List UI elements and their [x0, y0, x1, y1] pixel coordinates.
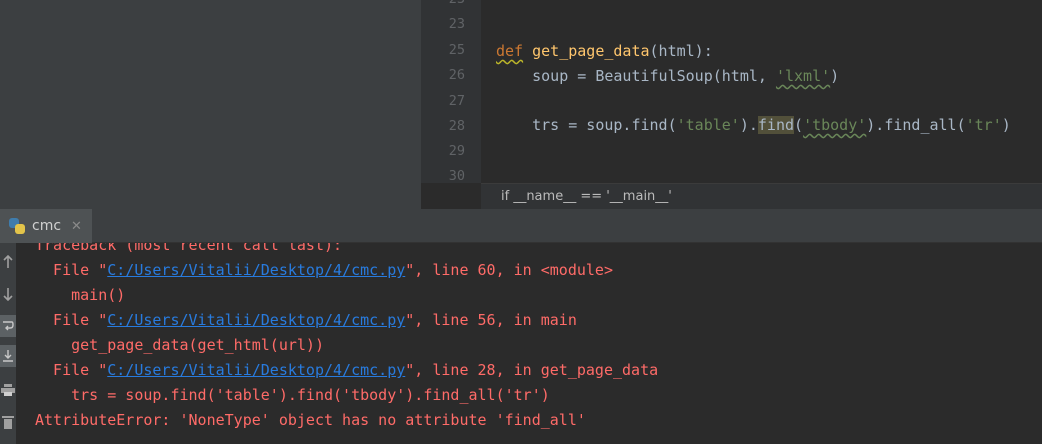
line-number: 25	[448, 42, 465, 58]
arrow-up-icon[interactable]	[0, 251, 16, 273]
line-number: 30	[448, 168, 465, 184]
project-pane[interactable]	[0, 0, 421, 209]
keyword: def	[496, 42, 524, 60]
breadcrumb[interactable]: if __name__ == '__main__'	[481, 183, 1042, 209]
function-name: get_page_data	[532, 42, 650, 60]
line-number: 27	[448, 93, 465, 109]
file-link[interactable]: C:/Users/Vitalii/Desktop/4/cmc.py	[107, 361, 405, 379]
code-line-26: soup = BeautifulSoup(html, 'lxml')	[496, 67, 840, 85]
file-link[interactable]: C:/Users/Vitalii/Desktop/4/cmc.py	[107, 261, 405, 279]
file-link[interactable]: C:/Users/Vitalii/Desktop/4/cmc.py	[107, 311, 405, 329]
scroll-to-end-icon[interactable]	[0, 345, 16, 367]
string-literal: 'tr'	[965, 116, 1002, 134]
string-literal: 'lxml'	[775, 67, 831, 85]
error-message: AttributeError: 'NoneType' object has no…	[35, 411, 586, 429]
traceback-frame: File "C:/Users/Vitalii/Desktop/4/cmc.py"…	[35, 311, 577, 329]
traceback-frame: File "C:/Users/Vitalii/Desktop/4/cmc.py"…	[35, 261, 613, 279]
code-line-25: def get_page_data(html):	[496, 42, 713, 60]
print-icon[interactable]	[0, 379, 16, 401]
python-icon	[8, 217, 26, 235]
line-number: 23	[448, 16, 465, 32]
highlighted-find: find	[757, 116, 795, 134]
code-line-28: trs = soup.find('table').find('tbody').f…	[496, 116, 1011, 134]
run-toolbar	[0, 243, 16, 444]
close-icon[interactable]: ✕	[71, 219, 82, 234]
line-number: 23	[421, 0, 465, 7]
trash-icon[interactable]	[0, 411, 16, 433]
traceback-code: get_page_data(get_html(url))	[35, 336, 324, 354]
traceback-header: Traceback (most recent call last):	[35, 243, 343, 254]
traceback-frame: File "C:/Users/Vitalii/Desktop/4/cmc.py"…	[35, 361, 659, 379]
run-tab-label: cmc	[32, 218, 62, 234]
arrow-down-icon[interactable]	[0, 283, 16, 305]
string-literal: 'tbody'	[803, 116, 867, 134]
traceback-code: main()	[35, 286, 126, 304]
run-tab-cmc[interactable]: cmc ✕	[0, 209, 92, 243]
traceback-code: trs = soup.find('table').find('tbody').f…	[35, 386, 550, 404]
line-number: 29	[448, 143, 465, 159]
code-editor[interactable]: def get_page_data(html): soup = Beautifu…	[481, 0, 1042, 183]
run-panel-header: cmc ✕	[0, 209, 1042, 243]
string-literal: 'table'	[676, 116, 740, 134]
console-output[interactable]: Traceback (most recent call last): File …	[16, 243, 1042, 444]
soft-wrap-icon[interactable]	[0, 315, 16, 337]
line-number: 28	[448, 118, 465, 134]
editor-gutter[interactable]: 23 23 25 26 27 28 29 30	[421, 0, 481, 184]
line-number: 26	[448, 67, 465, 83]
